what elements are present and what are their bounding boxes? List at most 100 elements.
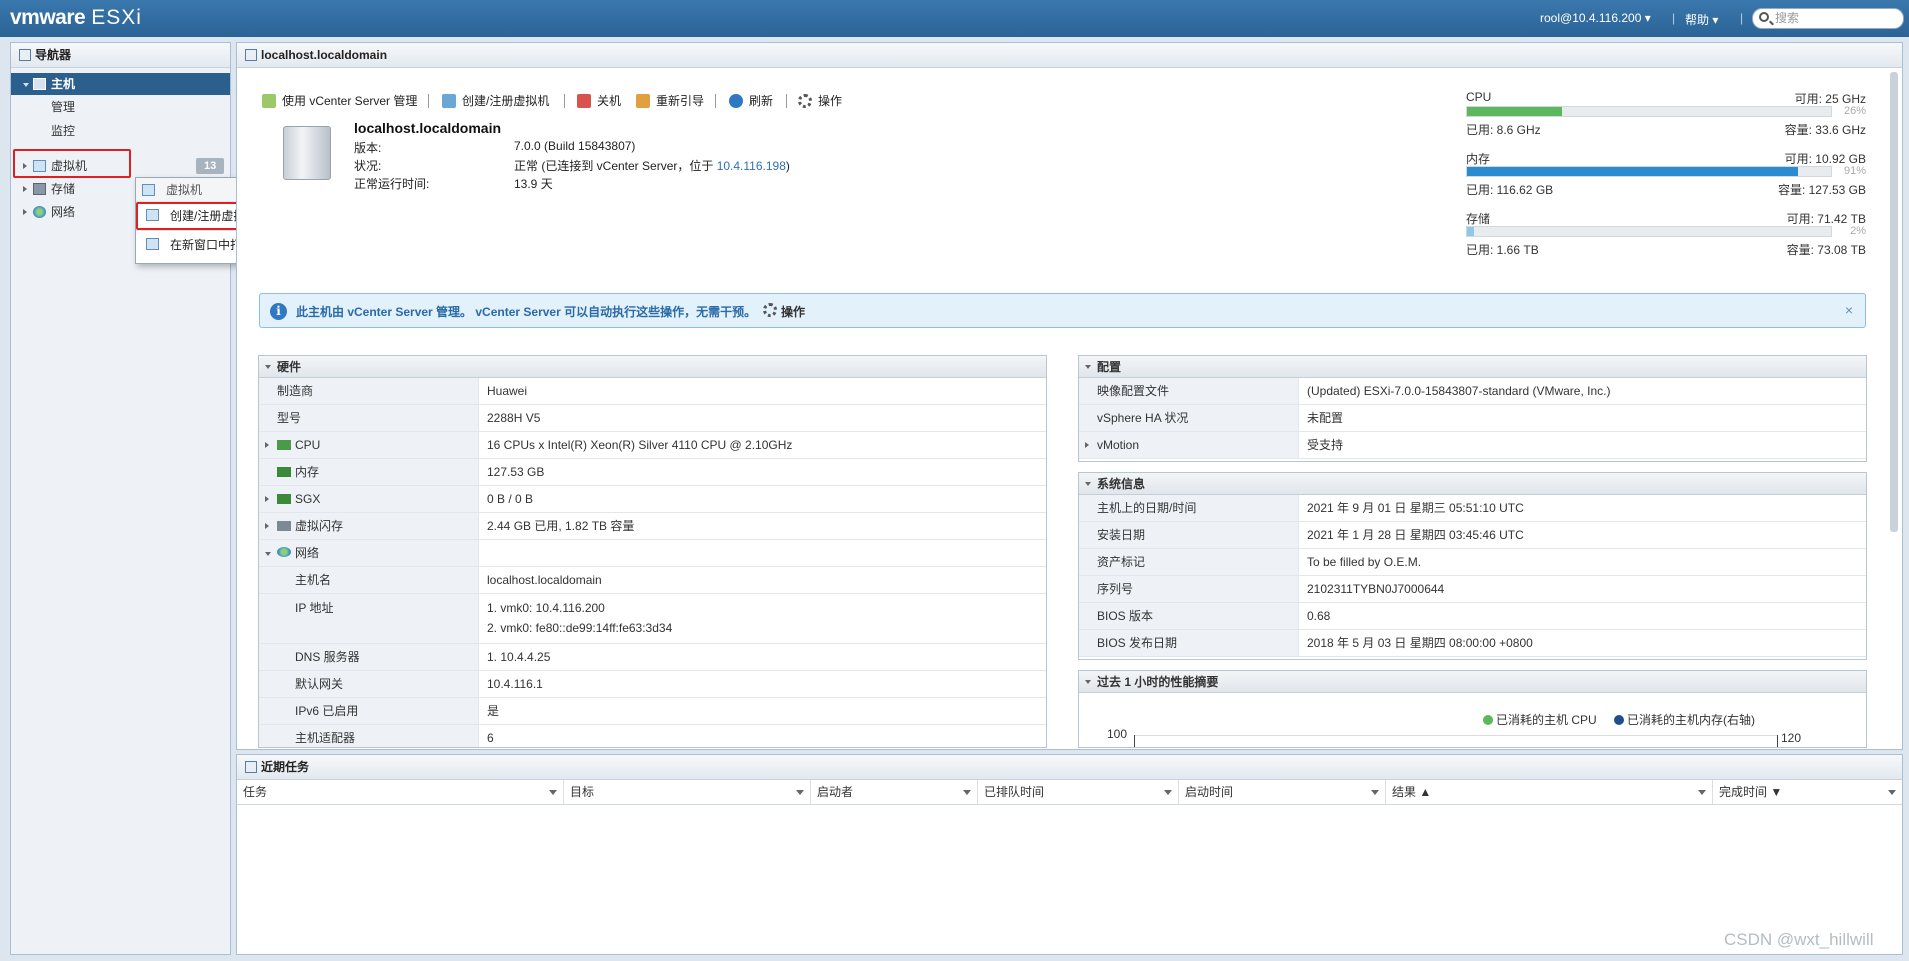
close-icon[interactable]: × <box>1845 302 1853 318</box>
y-axis-left-tick: 100 <box>1107 727 1128 741</box>
meter-label: 内存 <box>1466 152 1491 166</box>
host-icon <box>33 78 46 90</box>
chevron-down-icon[interactable] <box>1888 790 1896 795</box>
legend-swatch <box>1614 715 1624 725</box>
chevron-down-icon[interactable] <box>1164 790 1172 795</box>
hw-row: 制造商 Huawei <box>259 378 1046 405</box>
version-label: 版本: <box>354 141 382 155</box>
y-axis-right <box>1777 735 1778 747</box>
navigator-header: 导航器 <box>11 43 230 68</box>
collapse-icon[interactable] <box>23 83 29 87</box>
hw-row-sgx[interactable]: SGX 0 B / 0 B <box>259 486 1046 513</box>
actions-button[interactable]: 操作 <box>798 91 842 111</box>
separator <box>428 94 429 108</box>
expand-icon[interactable] <box>1085 442 1089 448</box>
host-name: localhost.localdomain <box>354 120 502 136</box>
chevron-down-icon[interactable] <box>1371 790 1379 795</box>
meter-label: 存储 <box>1466 212 1491 226</box>
tasks-column-headers: 任务 目标 启动者 已排队时间 启动时间 结果 ▲ 完成时间 ▼ <box>237 780 1902 805</box>
banner-text: 此主机由 vCenter Server 管理。 vCenter Server 可… <box>296 305 757 319</box>
manage-vcenter-button[interactable]: 使用 vCenter Server 管理 <box>262 91 417 111</box>
recent-tasks-header: 近期任务 <box>237 755 1902 780</box>
hw-row-network[interactable]: 网络 <box>259 540 1046 567</box>
performance-header[interactable]: 过去 1 小时的性能摘要 <box>1079 671 1866 693</box>
flash-icon <box>277 521 291 531</box>
vmware-logo[interactable]: vmware ESXi <box>10 6 142 30</box>
create-vm-button[interactable]: 创建/注册虚拟机 <box>442 91 549 111</box>
meter-bar <box>1466 166 1832 177</box>
config-row: 映像配置文件 (Updated) ESXi-7.0.0-15843807-stan… <box>1079 378 1866 405</box>
host-icon <box>245 49 257 61</box>
legend-cpu[interactable]: 已消耗的主机 CPU <box>1483 711 1597 728</box>
meter-fill <box>1467 227 1475 236</box>
refresh-button[interactable]: 刷新 <box>729 91 773 111</box>
config-row-vmotion[interactable]: vMotion 受支持 <box>1079 432 1866 459</box>
meter-fill <box>1467 167 1799 176</box>
separator <box>715 94 716 108</box>
nav-host[interactable]: 主机 <box>11 73 230 95</box>
column-task[interactable]: 任务 <box>237 780 564 804</box>
config-header[interactable]: 配置 <box>1079 356 1866 378</box>
sgx-icon <box>277 494 291 504</box>
vcenter-link[interactable]: 10.4.116.198 <box>717 159 786 173</box>
reboot-button[interactable]: 重新引导 <box>636 91 704 111</box>
chevron-down-icon[interactable] <box>796 790 804 795</box>
search-input[interactable]: 搜索 <box>1752 8 1904 29</box>
meter-capacity: 容量: 33.6 GHz <box>1784 123 1866 137</box>
hw-row-ip: IP 地址 1. vmk0: 10.4.116.200 2. vmk0: fe80:… <box>259 594 1046 644</box>
meter-percent: 2% <box>1850 225 1866 237</box>
gear-icon <box>763 303 777 317</box>
column-initiator[interactable]: 启动者 <box>811 780 978 804</box>
system-info-header[interactable]: 系统信息 <box>1079 473 1866 495</box>
expand-icon[interactable] <box>265 442 269 448</box>
banner-actions-button[interactable]: 操作 <box>763 303 805 320</box>
navigator-icon <box>19 49 31 61</box>
chevron-down-icon[interactable] <box>963 790 971 795</box>
user-menu[interactable]: rool@10.4.116.200 ▾ <box>1540 11 1651 25</box>
column-target[interactable]: 目标 <box>564 780 811 804</box>
collapse-icon[interactable] <box>1085 365 1091 369</box>
nav-manage[interactable]: 管理 <box>11 96 230 118</box>
column-queued[interactable]: 已排队时间 <box>978 780 1179 804</box>
hw-row: 主机名 localhost.localdomain <box>259 567 1046 594</box>
sysinfo-row: 主机上的日期/时间 2021 年 9 月 01 日 星期三 05:51:10 UT… <box>1079 495 1866 522</box>
expand-icon[interactable] <box>265 496 269 502</box>
sysinfo-row: BIOS 版本 0.68 <box>1079 603 1866 630</box>
top-bar: vmware ESXi rool@10.4.116.200 ▾ | 帮助 ▾ | … <box>0 0 1909 37</box>
nav-monitor[interactable]: 监控 <box>11 120 230 142</box>
collapse-icon[interactable] <box>265 365 271 369</box>
legend-memory[interactable]: 已消耗的主机内存(右轴) <box>1614 711 1755 728</box>
config-row: vSphere HA 状况 未配置 <box>1079 405 1866 432</box>
column-started[interactable]: 启动时间 <box>1179 780 1386 804</box>
meter-bar <box>1466 106 1832 117</box>
shutdown-button[interactable]: 关机 <box>577 91 621 111</box>
create-vm-icon <box>442 94 456 108</box>
main-scrollbar[interactable] <box>1890 72 1898 532</box>
chevron-down-icon[interactable] <box>1698 790 1706 795</box>
hardware-header[interactable]: 硬件 <box>259 356 1046 378</box>
collapse-icon[interactable] <box>265 552 271 556</box>
help-menu[interactable]: 帮助 ▾ <box>1685 11 1718 28</box>
expand-icon[interactable] <box>23 209 27 215</box>
cpu-icon <box>277 440 291 450</box>
separator: | <box>1672 11 1676 25</box>
hw-row: DNS 服务器 1. 10.4.4.25 <box>259 644 1046 671</box>
expand-icon[interactable] <box>265 523 269 529</box>
hw-row: 型号 2288H V5 <box>259 405 1046 432</box>
column-completed[interactable]: 完成时间 ▼ <box>1713 780 1902 804</box>
power-icon <box>577 94 591 108</box>
watermark: CSDN @wxt_hillwill <box>1724 930 1874 949</box>
hw-row-cpu[interactable]: CPU 16 CPUs x Intel(R) Xeon(R) Silver 411… <box>259 432 1046 459</box>
collapse-icon[interactable] <box>1085 482 1091 486</box>
expand-icon[interactable] <box>23 186 27 192</box>
state-label: 状况: <box>354 159 382 173</box>
vm-icon <box>142 184 155 196</box>
hw-row-vflash[interactable]: 虚拟闪存 2.44 GB 已用, 1.82 TB 容量 <box>259 513 1046 540</box>
collapse-icon[interactable] <box>1085 680 1091 684</box>
network-icon <box>277 547 291 557</box>
column-result[interactable]: 结果 ▲ <box>1386 780 1713 804</box>
meter-percent: 91% <box>1843 165 1866 177</box>
search-icon <box>1759 12 1769 22</box>
chevron-down-icon[interactable] <box>549 790 557 795</box>
hw-row: 主机适配器 6 <box>259 725 1046 747</box>
